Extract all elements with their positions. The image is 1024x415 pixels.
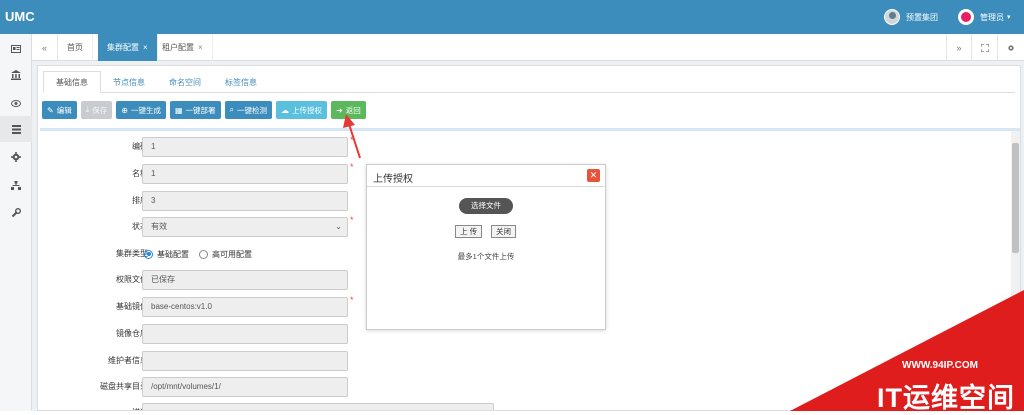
form-scrollbar[interactable] xyxy=(1011,131,1020,410)
chevron-down-icon: ⌄ xyxy=(335,222,342,231)
required-marker: * xyxy=(350,162,354,172)
one-click-check-button[interactable]: ⌕ 一键检测 xyxy=(224,101,272,119)
org-avatar-icon xyxy=(884,9,900,25)
required-marker: * xyxy=(350,135,354,145)
edit-button[interactable]: ✎ 编辑 xyxy=(42,101,77,119)
cloud-upload-icon: ☁ xyxy=(281,105,289,115)
back-button[interactable]: ➜ 返回 xyxy=(331,101,366,119)
dialog-title: 上传授权 xyxy=(373,174,413,185)
code-input[interactable]: 1 xyxy=(142,137,348,157)
detail-subtabs: 基础信息 节点信息 命名空间 标签信息 xyxy=(43,71,1015,93)
list-icon[interactable] xyxy=(0,116,32,142)
app-logo: UMC xyxy=(5,9,35,24)
dialog-close-button[interactable]: 关闭 xyxy=(491,225,516,238)
tab-home-label: 首页 xyxy=(67,43,83,52)
license-file-input[interactable]: 已保存 xyxy=(142,270,348,290)
upload-auth-button[interactable]: ☁ 上传授权 xyxy=(276,101,327,119)
tab-cluster-config-label: 集群配置 xyxy=(107,43,139,52)
tab-tenant-config[interactable]: 租户配置 × xyxy=(153,34,213,61)
org-switcher[interactable]: 预置集团 xyxy=(884,8,938,26)
disk-share-input[interactable]: /opt/mnt/volumes/1/ xyxy=(142,377,348,397)
subtab-node-info[interactable]: 节点信息 xyxy=(101,71,157,93)
id-card-icon[interactable] xyxy=(0,36,32,62)
radio-basic-config-label[interactable]: 基础配置 xyxy=(157,249,189,260)
cluster-type-radio-group: 基础配置 高可用配置 xyxy=(144,244,262,264)
disk-share-label: 磁盘共享目录 xyxy=(100,382,148,391)
form-row-maintainer: 维护者信息 xyxy=(40,351,440,371)
close-icon[interactable]: × xyxy=(143,43,148,52)
watermark-url: WWW.94IP.COM xyxy=(902,360,978,371)
action-toolbar: ✎ 编辑 ⤓ 保存 ⊕ 一键生成 ▦ 一键部署 ⌕ 一键检测 ☁ 上传授权 ➜ 返回 xyxy=(42,101,366,119)
required-marker: * xyxy=(350,215,354,225)
fullscreen-button[interactable] xyxy=(972,34,998,61)
close-icon[interactable]: ✕ xyxy=(587,169,600,182)
page-tab-bar: « 首页 集群配置 × 租户配置 × » xyxy=(32,34,1024,61)
eye-icon[interactable] xyxy=(0,90,32,116)
tab-cluster-config[interactable]: 集群配置 × xyxy=(98,34,158,61)
status-select-value: 有效 xyxy=(151,222,167,231)
edit-icon: ✎ xyxy=(47,105,54,115)
upload-button[interactable]: 上 传 xyxy=(455,225,483,238)
radio-ha-config-label[interactable]: 高可用配置 xyxy=(212,249,252,260)
expand-icon xyxy=(980,43,989,52)
arrow-left-icon: ➜ xyxy=(336,105,343,115)
close-icon[interactable]: × xyxy=(198,43,203,52)
gear-icon xyxy=(1008,44,1014,51)
tab-tenant-config-label: 租户配置 xyxy=(162,43,194,52)
form-row-code: 编码 1 * xyxy=(40,135,440,157)
base-image-input[interactable]: base-centos:v1.0 xyxy=(142,297,348,317)
radio-basic-config[interactable] xyxy=(144,249,153,259)
tab-scroll-left-button[interactable]: « xyxy=(32,34,58,61)
circle-plus-icon: ⊕ xyxy=(121,105,128,115)
grid-icon: ▦ xyxy=(174,105,183,115)
tab-settings-button[interactable] xyxy=(998,34,1024,61)
subtab-basic-info[interactable]: 基础信息 xyxy=(43,71,101,93)
subtab-namespace[interactable]: 命名空间 xyxy=(157,71,213,93)
maintainer-input[interactable] xyxy=(142,351,348,371)
sort-input[interactable]: 3 xyxy=(142,191,348,211)
org-label: 预置集团 xyxy=(906,12,938,22)
radio-ha-config[interactable] xyxy=(199,249,208,259)
user-label: 管理员 xyxy=(980,12,1004,22)
upload-auth-dialog: 上传授权 ✕ 选择文件 上 传 关闭 最多1个文件上传 xyxy=(366,164,606,330)
required-marker: * xyxy=(350,295,354,305)
user-location-icon xyxy=(958,9,974,25)
one-click-generate-button[interactable]: ⊕ 一键生成 xyxy=(116,101,166,119)
description-textarea[interactable] xyxy=(142,403,494,410)
one-click-deploy-button[interactable]: ▦ 一键部署 xyxy=(169,101,221,119)
sitemap-icon[interactable] xyxy=(0,172,32,198)
status-select[interactable]: 有效 ⌄ xyxy=(142,217,348,237)
double-chevron-right-icon: » xyxy=(956,42,962,53)
tab-home[interactable]: 首页 xyxy=(58,34,93,61)
choose-file-button[interactable]: 选择文件 xyxy=(459,198,513,214)
watermark-brand: IT运维空间 xyxy=(877,383,1015,413)
form-row-description: 描述 xyxy=(40,403,540,410)
dialog-header: 上传授权 ✕ xyxy=(367,165,605,187)
upload-limit-hint: 最多1个文件上传 xyxy=(457,252,515,261)
bank-icon[interactable] xyxy=(0,62,32,88)
image-repo-input[interactable] xyxy=(142,324,348,344)
scrollbar-thumb[interactable] xyxy=(1012,143,1019,253)
form-row-disk-share: 磁盘共享目录 /opt/mnt/volumes/1/ xyxy=(40,377,440,397)
search-icon: ⌕ xyxy=(229,105,234,114)
name-input[interactable]: 1 xyxy=(142,164,348,184)
gear-icon[interactable] xyxy=(0,144,32,170)
wrench-icon[interactable] xyxy=(0,200,32,226)
subtab-label-info[interactable]: 标签信息 xyxy=(213,71,269,93)
left-icon-sidebar xyxy=(0,34,32,411)
save-button[interactable]: ⤓ 保存 xyxy=(80,101,113,119)
chevron-down-icon: ▾ xyxy=(1007,14,1011,21)
double-chevron-left-icon: « xyxy=(41,42,47,53)
top-navbar: UMC 预置集团 管理员 ▾ xyxy=(0,0,1024,34)
download-icon: ⤓ xyxy=(85,105,90,114)
user-menu[interactable]: 管理员 ▾ xyxy=(958,8,1011,26)
tab-scroll-right-button[interactable]: » xyxy=(946,34,972,61)
